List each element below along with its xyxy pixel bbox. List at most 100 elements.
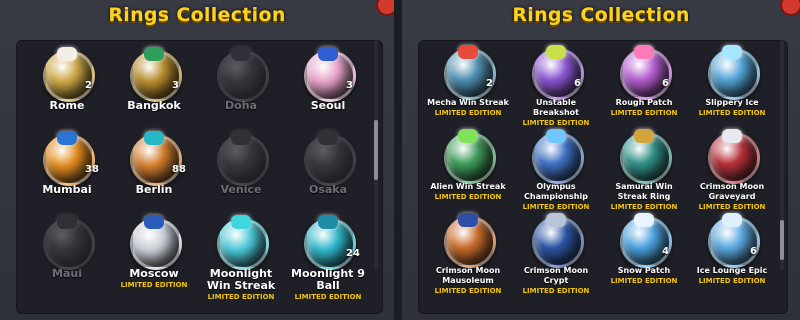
ring-name: Samurai Win Streak Ring <box>615 182 673 201</box>
ring-item[interactable]: 6 Ice Lounge Epic LIMITED EDITION <box>690 213 774 302</box>
ring-gem-icon <box>634 213 654 227</box>
ring-icon <box>708 213 760 268</box>
ring-count: 24 <box>346 248 360 259</box>
ring-name: Berlin <box>135 183 173 196</box>
ring-name: Crimson Moon Graveyard <box>699 182 765 201</box>
ring-count: 3 <box>346 80 353 91</box>
ring-name: Crimson Moon Crypt <box>523 266 589 285</box>
ring-gem-icon <box>231 47 251 61</box>
ring-gem-icon <box>634 129 654 143</box>
ring-icon <box>708 45 760 100</box>
ring-count: 3 <box>172 80 179 91</box>
ring-item[interactable]: Slippery Ice LIMITED EDITION <box>690 45 774 134</box>
ring-name: Crimson Moon Mausoleum <box>435 266 501 285</box>
panel-title: Rings Collection <box>512 4 690 26</box>
ring-icon <box>620 45 672 100</box>
ring-item[interactable]: Crimson Moon Crypt LIMITED EDITION <box>514 213 598 302</box>
limited-edition-badge: LIMITED EDITION <box>610 203 678 211</box>
ring-gem-icon <box>546 45 566 59</box>
ring-icon <box>304 131 356 186</box>
ring-name: Doha <box>225 99 257 112</box>
ring-gem-icon <box>546 213 566 227</box>
ring-item[interactable]: 2 Rome <box>25 47 109 136</box>
ring-item[interactable]: Samurai Win Streak Ring LIMITED EDITION <box>602 129 686 218</box>
ring-name: Rough Patch <box>615 98 673 107</box>
scrollbar[interactable] <box>780 40 784 270</box>
ring-item[interactable]: 2 Mecha Win Streak LIMITED EDITION <box>426 45 510 134</box>
ring-gem-icon <box>231 215 251 229</box>
ring-item[interactable]: Olympus Championship LIMITED EDITION <box>514 129 598 218</box>
ring-count: 6 <box>574 78 581 89</box>
limited-edition-badge: LIMITED EDITION <box>698 109 766 117</box>
ring-icon <box>304 47 356 102</box>
scrollbar[interactable] <box>374 40 378 270</box>
ring-count: 38 <box>85 164 99 175</box>
scrollbar-thumb[interactable] <box>374 120 378 180</box>
ring-icon <box>217 47 269 102</box>
ring-gem-icon <box>634 45 654 59</box>
ring-gem-icon <box>144 47 164 61</box>
ring-item[interactable]: 88 Berlin <box>112 131 196 220</box>
ring-name: Rome <box>49 99 85 112</box>
limited-edition-badge: LIMITED EDITION <box>434 109 502 117</box>
ring-name: Unstable Breakshot <box>533 98 579 117</box>
limited-edition-badge: LIMITED EDITION <box>698 277 766 285</box>
ring-count: 6 <box>750 246 757 257</box>
ring-icon <box>444 45 496 100</box>
screen: Rings Collection 2 Rome 3 Bangkok Doha 3 Seoul… <box>0 0 800 320</box>
ring-gem-icon <box>458 45 478 59</box>
ring-icon <box>532 129 584 184</box>
ring-name: Moscow <box>129 267 179 280</box>
ring-gem-icon <box>57 131 77 145</box>
ring-item[interactable]: Crimson Moon Mausoleum LIMITED EDITION <box>426 213 510 302</box>
ring-item[interactable]: Moscow LIMITED EDITION <box>112 215 196 304</box>
ring-item[interactable]: Doha <box>199 47 283 136</box>
ring-gem-icon <box>57 215 77 229</box>
limited-edition-badge: LIMITED EDITION <box>610 277 678 285</box>
ring-count: 4 <box>662 246 669 257</box>
rings-collection-panel-right: Rings Collection 2 Mecha Win Streak LIMITE… <box>402 0 800 320</box>
limited-edition-badge: LIMITED EDITION <box>207 293 275 301</box>
ring-gem-icon <box>722 213 742 227</box>
ring-icon <box>708 129 760 184</box>
divider <box>394 0 402 320</box>
ring-icon <box>620 129 672 184</box>
ring-name: Alien Win Streak <box>430 182 506 191</box>
ring-item[interactable]: 6 Unstable Breakshot LIMITED EDITION <box>514 45 598 134</box>
ring-icon <box>130 131 182 186</box>
ring-gem-icon <box>722 45 742 59</box>
ring-icon <box>532 213 584 268</box>
ring-icon <box>217 131 269 186</box>
ring-item[interactable]: 4 Snow Patch LIMITED EDITION <box>602 213 686 302</box>
ring-item[interactable]: Venice <box>199 131 283 220</box>
ring-item[interactable]: Osaka <box>286 131 370 220</box>
ring-name: Slippery Ice <box>705 98 759 107</box>
ring-item[interactable]: 6 Rough Patch LIMITED EDITION <box>602 45 686 134</box>
ring-item[interactable]: Alien Win Streak LIMITED EDITION <box>426 129 510 218</box>
ring-icon <box>217 215 269 270</box>
limited-edition-badge: LIMITED EDITION <box>522 119 590 127</box>
limited-edition-badge: LIMITED EDITION <box>522 287 590 295</box>
ring-gem-icon <box>57 47 77 61</box>
ring-name: Moonlight Win Streak <box>206 267 276 292</box>
ring-count: 2 <box>85 80 92 91</box>
ring-name: Ice Lounge Epic <box>696 266 768 275</box>
ring-item[interactable]: 38 Mumbai <box>25 131 109 220</box>
ring-icon <box>43 47 95 102</box>
ring-icon <box>620 213 672 268</box>
ring-icon <box>304 215 356 270</box>
ring-item[interactable]: Crimson Moon Graveyard LIMITED EDITION <box>690 129 774 218</box>
ring-icon <box>43 215 95 270</box>
ring-item[interactable]: Maui <box>25 215 109 304</box>
ring-gem-icon <box>546 129 566 143</box>
ring-icon <box>43 131 95 186</box>
ring-item[interactable]: 3 Bangkok <box>112 47 196 136</box>
ring-icon <box>444 129 496 184</box>
ring-count: 6 <box>662 78 669 89</box>
ring-item[interactable]: Moonlight Win Streak LIMITED EDITION <box>199 215 283 304</box>
ring-item[interactable]: 3 Seoul <box>286 47 370 136</box>
ring-name: Snow Patch <box>617 266 671 275</box>
scrollbar-thumb[interactable] <box>780 220 784 260</box>
ring-name: Mumbai <box>42 183 92 196</box>
ring-item[interactable]: 24 Moonlight 9 Ball LIMITED EDITION <box>286 215 370 304</box>
